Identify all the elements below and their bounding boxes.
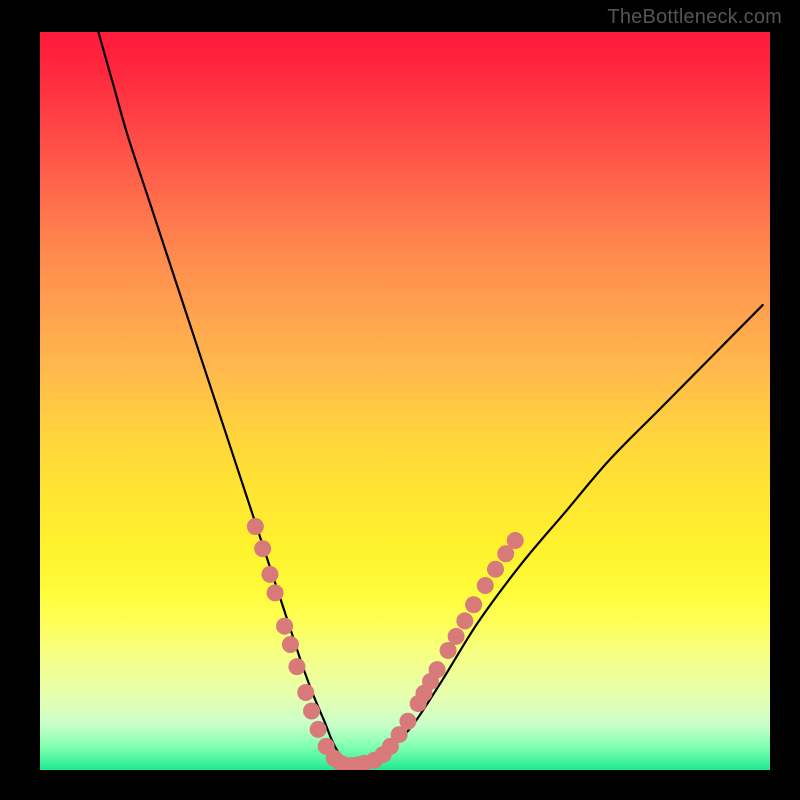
marker-dot — [303, 702, 320, 719]
marker-dot — [247, 518, 264, 535]
marker-dot — [297, 684, 314, 701]
marker-dot — [261, 566, 278, 583]
marker-dot — [399, 713, 416, 730]
marker-dot — [429, 661, 446, 678]
marker-dot — [448, 628, 465, 645]
marker-dot — [477, 577, 494, 594]
plot-area — [40, 32, 770, 770]
curve-markers — [247, 518, 524, 770]
marker-dot — [310, 721, 327, 738]
watermark-text: TheBottleneck.com — [607, 6, 782, 29]
bottleneck-curve — [98, 32, 762, 765]
marker-dot — [254, 540, 271, 557]
marker-dot — [282, 636, 299, 653]
marker-dot — [267, 584, 284, 601]
marker-dot — [487, 561, 504, 578]
marker-dot — [276, 618, 293, 635]
marker-dot — [456, 612, 473, 629]
marker-dot — [288, 658, 305, 675]
marker-dot — [507, 532, 524, 549]
marker-dot — [465, 596, 482, 613]
chart-frame: TheBottleneck.com — [0, 0, 800, 800]
curve-overlay — [40, 32, 770, 770]
